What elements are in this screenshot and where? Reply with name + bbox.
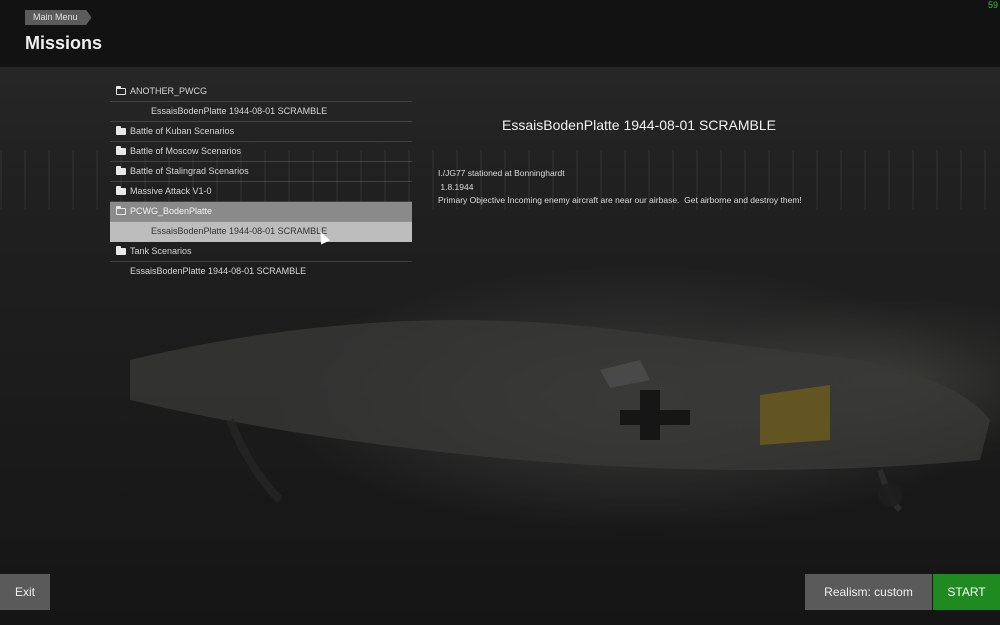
folder-icon (116, 126, 126, 135)
tree-mission-item[interactable]: EssaisBodenPlatte 1944-08-01 SCRAMBLE (110, 102, 412, 122)
realism-button[interactable]: Realism: custom (805, 574, 932, 610)
folder-open-icon (116, 206, 126, 215)
header-bar: Main Menu Missions (0, 0, 1000, 67)
tree-item-label: EssaisBodenPlatte 1944-08-01 SCRAMBLE (151, 226, 328, 236)
tree-item-label: EssaisBodenPlatte 1944-08-01 SCRAMBLE (151, 106, 328, 116)
folder-icon (116, 166, 126, 175)
mission-objective-line: Primary Objective Incoming enemy aircraf… (438, 195, 802, 205)
folder-icon (116, 146, 126, 155)
fps-counter: 59 (987, 0, 998, 10)
folder-open-icon (116, 86, 126, 95)
tree-item-label: EssaisBodenPlatte 1944-08-01 SCRAMBLE (130, 266, 307, 276)
tree-folder-pcwg-bodenplatte[interactable]: PCWG_BodenPlatte (110, 202, 412, 222)
tree-mission-item[interactable]: EssaisBodenPlatte 1944-08-01 SCRAMBLE (110, 262, 412, 281)
tree-mission-item-selected[interactable]: EssaisBodenPlatte 1944-08-01 SCRAMBLE (110, 222, 412, 242)
tree-folder-moscow[interactable]: Battle of Moscow Scenarios (110, 142, 412, 162)
tree-item-label: PCWG_BodenPlatte (130, 206, 213, 216)
page-title: Missions (25, 33, 103, 53)
exit-button[interactable]: Exit (0, 574, 50, 610)
tree-folder-another-pwcg[interactable]: ANOTHER_PWCG (110, 82, 412, 102)
tree-item-label: Tank Scenarios (130, 246, 192, 256)
mission-unit-line: I./JG77 stationed at Bonninghardt (438, 168, 565, 178)
mission-description: I./JG77 stationed at Bonninghardt 1.8.19… (438, 167, 802, 208)
tree-folder-massive-attack[interactable]: Massive Attack V1-0 (110, 182, 412, 202)
tree-folder-stalingrad[interactable]: Battle of Stalingrad Scenarios (110, 162, 412, 182)
folder-icon (116, 186, 126, 195)
tree-item-label: ANOTHER_PWCG (130, 86, 208, 96)
tree-item-label: Battle of Moscow Scenarios (130, 146, 242, 156)
mission-tree: ANOTHER_PWCG EssaisBodenPlatte 1944-08-0… (110, 82, 412, 281)
start-button[interactable]: START (933, 574, 1000, 610)
tree-item-label: Massive Attack V1-0 (130, 186, 212, 196)
tree-item-label: Battle of Stalingrad Scenarios (130, 166, 249, 176)
mission-title: EssaisBodenPlatte 1944-08-01 SCRAMBLE (502, 117, 776, 133)
mission-date-line: 1.8.1944 (438, 181, 474, 192)
tree-item-label: Battle of Kuban Scenarios (130, 126, 235, 136)
main-menu-button[interactable]: Main Menu (25, 10, 92, 25)
tree-folder-kuban[interactable]: Battle of Kuban Scenarios (110, 122, 412, 142)
tree-folder-tank[interactable]: Tank Scenarios (110, 242, 412, 262)
folder-icon (116, 246, 126, 255)
